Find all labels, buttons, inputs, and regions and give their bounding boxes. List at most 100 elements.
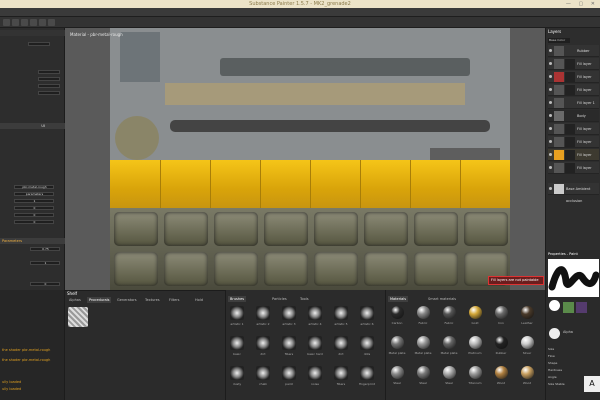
field-2[interactable] [38, 70, 60, 74]
material-sphere[interactable] [521, 366, 534, 379]
tool-smudge-icon[interactable] [30, 19, 37, 26]
layer-row[interactable]: Fill layer [548, 149, 599, 161]
value-field-a[interactable]: 1 [14, 199, 54, 203]
material-sphere[interactable] [469, 366, 482, 379]
brush-thumb[interactable] [308, 306, 322, 320]
tool-eraser-icon[interactable] [12, 19, 19, 26]
tab-generators[interactable]: Generators [115, 297, 139, 303]
tab-procedurals[interactable]: Procedurals [87, 297, 112, 303]
field-4[interactable] [38, 84, 60, 88]
tool-icon[interactable] [563, 302, 574, 313]
blend-select[interactable]: Base Color [548, 38, 570, 43]
brush-thumb[interactable] [334, 336, 348, 350]
section-ui[interactable]: UI [0, 123, 65, 129]
tab-brushes[interactable]: Brushes [228, 296, 247, 302]
material-sphere[interactable] [417, 366, 430, 379]
layer-row[interactable]: Rubber [548, 45, 599, 57]
brush-thumb[interactable] [308, 336, 322, 350]
layer-row[interactable]: Fill layer 1 [548, 97, 599, 109]
tab-filters[interactable]: Filters [167, 297, 182, 303]
material-sphere[interactable] [391, 336, 404, 349]
tab-smart-materials[interactable]: Smart materials [426, 296, 458, 302]
grenade-chunk [364, 212, 408, 246]
material-sphere[interactable] [391, 306, 404, 319]
eye-icon[interactable] [549, 127, 552, 130]
tab-particles[interactable]: Particles [270, 296, 289, 302]
brush-thumb[interactable] [360, 366, 374, 380]
material-sphere[interactable] [391, 366, 404, 379]
material-sphere[interactable] [521, 306, 534, 319]
layer-row[interactable]: Fill layer [548, 71, 599, 83]
field-5[interactable] [38, 91, 60, 95]
layer-row[interactable]: Fill layer [548, 84, 599, 96]
shader-field[interactable]: pbr-metal-rough [14, 185, 54, 189]
folder-row[interactable]: Body [548, 110, 599, 122]
brush-thumb[interactable] [230, 336, 244, 350]
eye-icon[interactable] [549, 75, 552, 78]
window-controls[interactable]: — ▢ ✕ [566, 0, 598, 8]
material-sphere[interactable] [469, 306, 482, 319]
tool-paint-icon[interactable] [3, 19, 10, 26]
tab-textures[interactable]: Textures [143, 297, 162, 303]
layer-row[interactable]: Base Ambient occlusion [548, 183, 599, 203]
material-sphere[interactable] [469, 336, 482, 349]
layer-row[interactable]: Fill layer [548, 58, 599, 70]
brush-thumb[interactable] [334, 306, 348, 320]
eye-icon[interactable] [549, 101, 552, 104]
value-field-b[interactable]: 0 [14, 206, 54, 210]
brush-thumb[interactable] [334, 366, 348, 380]
tab-alphas[interactable]: Alphas [67, 297, 83, 303]
alpha-icon[interactable] [549, 328, 560, 339]
brush-thumb[interactable] [256, 306, 270, 320]
field-1[interactable] [28, 42, 50, 46]
layer-name: Fill layer [577, 153, 592, 157]
tool-projection-icon[interactable] [21, 19, 28, 26]
eye-icon[interactable] [549, 114, 552, 117]
tab-hold[interactable]: Hold [193, 297, 205, 303]
material-sphere[interactable] [495, 306, 508, 319]
material-sphere[interactable] [521, 336, 534, 349]
value-field-d[interactable]: 0 [14, 220, 54, 224]
param-value-3[interactable]: 0 [30, 282, 60, 286]
eye-icon[interactable] [549, 62, 552, 65]
material-sphere[interactable] [495, 336, 508, 349]
layer-row[interactable]: Fill layer [548, 162, 599, 174]
brush-thumb[interactable] [308, 366, 322, 380]
section-parameters[interactable]: Parameters [0, 238, 65, 244]
param-value-2[interactable]: 1 [30, 261, 60, 265]
value-field-c[interactable]: 0 [14, 213, 54, 217]
eye-icon[interactable] [549, 187, 552, 190]
tool-clone-icon[interactable] [39, 19, 46, 26]
brush-thumb[interactable] [360, 306, 374, 320]
eye-icon[interactable] [549, 49, 552, 52]
tool-picker-icon[interactable] [48, 19, 55, 26]
brush-thumb[interactable] [230, 306, 244, 320]
field-3[interactable] [38, 77, 60, 81]
material-sphere[interactable] [443, 366, 456, 379]
brush-thumb[interactable] [282, 306, 296, 320]
material-sphere[interactable] [495, 366, 508, 379]
eye-icon[interactable] [549, 166, 552, 169]
procedural-thumb[interactable] [68, 307, 88, 327]
brush-thumb[interactable] [282, 366, 296, 380]
tab-tools[interactable]: Tools [298, 296, 311, 302]
tool-icon[interactable] [576, 302, 587, 313]
brush-thumb[interactable] [230, 366, 244, 380]
eye-icon[interactable] [549, 153, 552, 156]
material-sphere[interactable] [443, 336, 456, 349]
tab-materials[interactable]: Materials [388, 296, 409, 302]
eye-icon[interactable] [549, 88, 552, 91]
material-sphere[interactable] [417, 306, 430, 319]
brush-thumb[interactable] [256, 336, 270, 350]
eye-icon[interactable] [549, 140, 552, 143]
material-sphere[interactable] [443, 306, 456, 319]
layer-row[interactable]: Fill layer [548, 136, 599, 148]
layer-row[interactable]: Fill layer [548, 123, 599, 135]
brush-thumb[interactable] [282, 336, 296, 350]
material-sphere[interactable] [417, 336, 430, 349]
param-value-1[interactable]: 0.75 [30, 247, 60, 251]
brush-thumb[interactable] [360, 336, 374, 350]
param-field[interactable]: parameters [14, 192, 54, 196]
brush-thumb[interactable] [256, 366, 270, 380]
color-picker[interactable] [549, 300, 560, 311]
